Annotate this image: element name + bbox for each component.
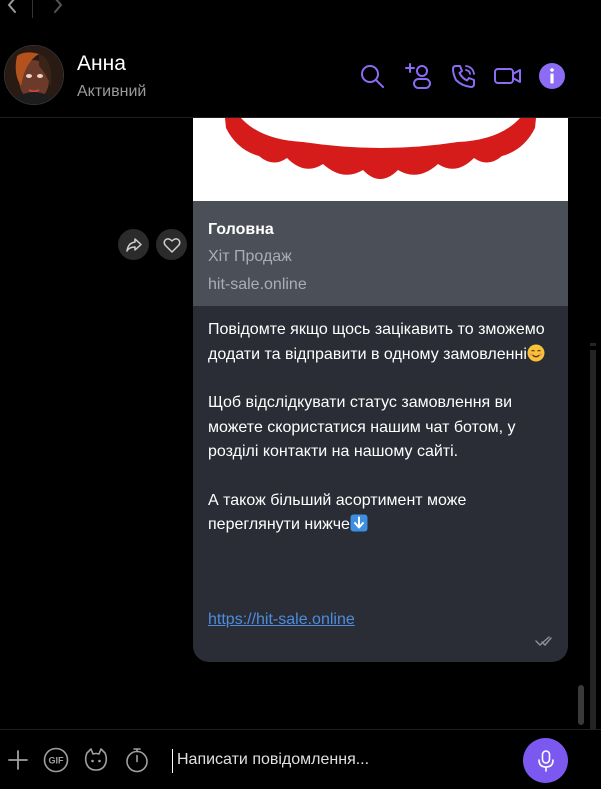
down-arrow-emoji: [350, 514, 368, 532]
back-arrow-icon: [7, 0, 16, 13]
message-input[interactable]: [177, 751, 507, 769]
gif-button[interactable]: GIF: [43, 747, 69, 773]
side-scroll-track: [587, 118, 601, 730]
timer-button[interactable]: [124, 747, 150, 773]
link-preview-subtitle: Хіт Продаж: [208, 248, 292, 265]
text-caret: [172, 749, 173, 773]
chat-header: Анна Активний: [0, 18, 601, 118]
gif-label: GIF: [49, 756, 65, 766]
voice-message-button[interactable]: [523, 738, 568, 783]
forward-arrow-icon: [54, 0, 63, 13]
top-navigation: [0, 0, 601, 18]
video-call-button[interactable]: [493, 61, 523, 91]
sticker-icon: [84, 748, 108, 771]
delivered-check-icon: [535, 636, 552, 647]
plus-icon: [8, 750, 28, 770]
share-icon: [125, 237, 142, 252]
link-preview-image[interactable]: [193, 118, 568, 201]
message-paragraph: Повідомте якщо щось зацікавить то зможем…: [208, 321, 545, 363]
link-preview-domain: hit-sale.online: [208, 276, 307, 293]
chat-scrollbar[interactable]: [578, 685, 584, 725]
forward-button[interactable]: [52, 0, 64, 16]
message-paragraph: Щоб відслідкувати статус замовлення ви м…: [208, 394, 516, 460]
message-paragraph: А також більший асортимент може переглян…: [208, 491, 467, 534]
timer-icon: [126, 748, 148, 773]
search-button[interactable]: [357, 61, 387, 91]
sticker-button[interactable]: [83, 747, 109, 773]
link-preview-card[interactable]: Головна Хіт Продаж hit-sale.online: [193, 201, 568, 306]
add-contact-icon: [405, 63, 431, 89]
share-button[interactable]: [118, 229, 149, 260]
microphone-icon: [537, 749, 554, 772]
delivered-status: [534, 634, 552, 648]
message-composer: GIF: [0, 729, 601, 789]
nav-separator: [32, 0, 33, 18]
search-icon: [361, 65, 384, 88]
back-button[interactable]: [6, 0, 18, 16]
attach-button[interactable]: [5, 747, 31, 773]
message-bubble[interactable]: Головна Хіт Продаж hit-sale.online Повід…: [193, 118, 568, 662]
heart-icon: [163, 237, 180, 253]
add-contact-button[interactable]: [403, 61, 433, 91]
preview-image-graphic: [225, 118, 536, 179]
message-link[interactable]: https://hit-sale.online: [208, 611, 355, 629]
composer-divider: [0, 729, 601, 730]
video-call-icon: [494, 68, 521, 84]
link-preview-title: Головна: [208, 221, 274, 238]
smiling-face-emoji: [527, 344, 545, 361]
avatar[interactable]: [4, 45, 64, 105]
call-button[interactable]: [449, 61, 479, 91]
phone-icon: [452, 65, 475, 88]
like-button[interactable]: [156, 229, 187, 260]
message-text: Повідомте якщо щось зацікавить то зможем…: [208, 318, 553, 538]
info-button[interactable]: [537, 61, 567, 91]
contact-status: Активний: [77, 83, 147, 100]
avatar-image: [5, 46, 63, 104]
gif-icon: GIF: [43, 747, 69, 773]
info-icon: [539, 63, 565, 89]
contact-name: Анна: [77, 52, 126, 75]
